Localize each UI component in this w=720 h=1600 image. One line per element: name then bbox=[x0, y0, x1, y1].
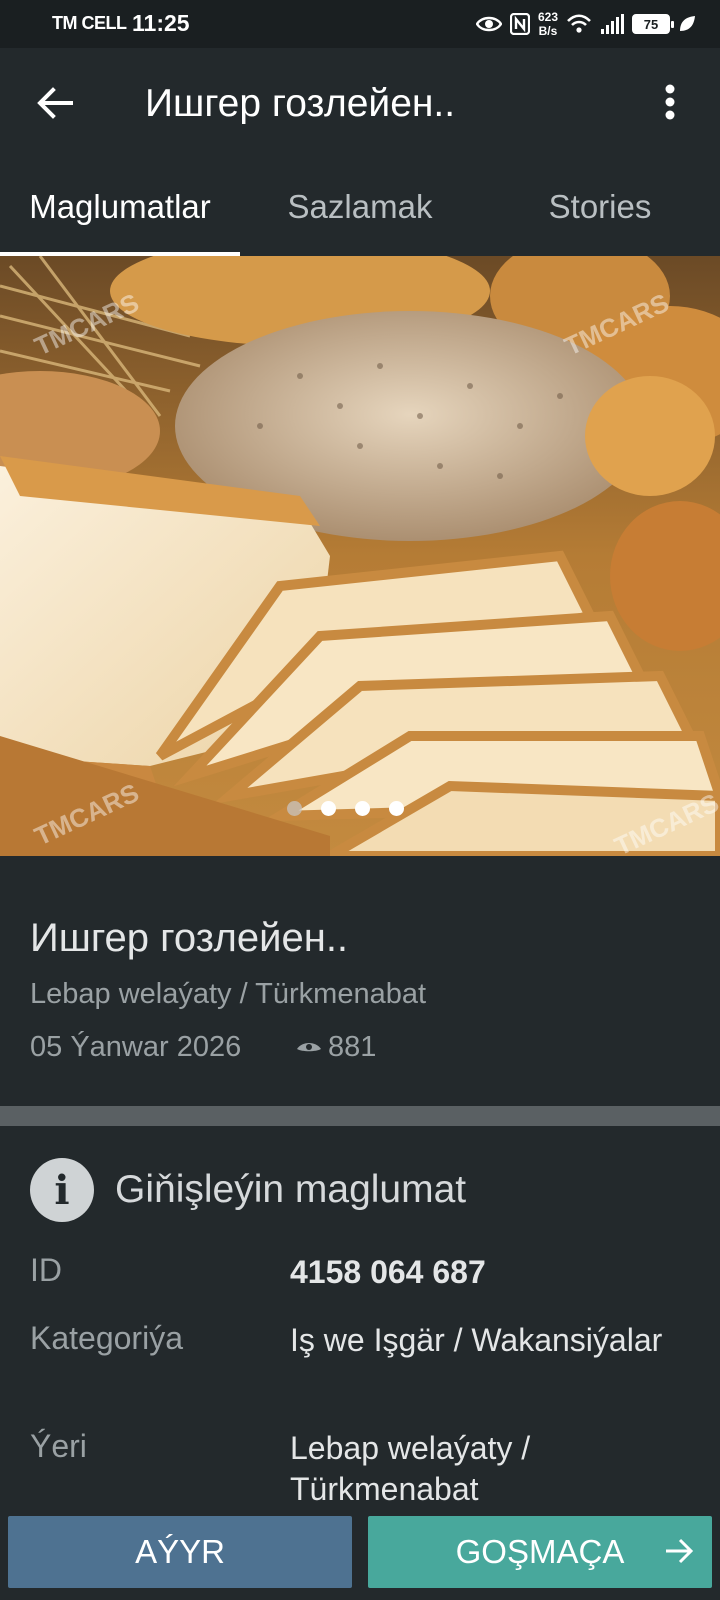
bottom-action-bar: AÝYR GOŞMAÇA bbox=[0, 1516, 720, 1600]
more-vert-icon bbox=[665, 84, 675, 120]
app-bar: Ишгер гозлейен.. bbox=[0, 48, 720, 158]
detail-value: 4158 064 687 bbox=[290, 1254, 486, 1290]
eye-icon bbox=[475, 16, 502, 32]
arrow-right-icon bbox=[666, 1538, 694, 1564]
listing-photo: TMCARS TMCARS TMCARS TMCARS bbox=[0, 256, 720, 856]
views-value: 881 bbox=[328, 1031, 377, 1063]
detail-value: Iş we Işgär / Wakansiýalar bbox=[290, 1322, 663, 1358]
detail-label: ID bbox=[30, 1252, 62, 1288]
detail-label: Kategoriýa bbox=[30, 1320, 183, 1356]
eye-icon bbox=[297, 1042, 321, 1051]
back-button[interactable] bbox=[30, 78, 80, 128]
status-icons: 623 B/s 75 bbox=[475, 8, 696, 40]
carousel-indicator bbox=[0, 801, 705, 816]
detail-row-id: ID 4158 064 687 bbox=[30, 1252, 690, 1293]
speed-value: 623 bbox=[537, 10, 558, 24]
clock: 11:25 bbox=[132, 10, 190, 36]
detail-label: Ýeri bbox=[30, 1428, 87, 1464]
listing-location: Lebap welaýaty / Türkmenabat bbox=[30, 978, 427, 1010]
detail-row-location: Ýeri Lebap welaýaty / Türkmenabat bbox=[30, 1428, 690, 1510]
status-bar: TM CELL 11:25 623 B/s 75 bbox=[0, 0, 720, 48]
more-button[interactable]: GOŞMAÇA bbox=[368, 1516, 712, 1588]
carousel-dot[interactable] bbox=[388, 801, 404, 816]
more-button-label: GOŞMAÇA bbox=[455, 1533, 625, 1570]
tab-sazlamak[interactable]: Sazlamak bbox=[240, 158, 480, 256]
network-speed: 623 B/s bbox=[538, 10, 558, 38]
image-carousel[interactable]: TMCARS TMCARS TMCARS TMCARS bbox=[0, 256, 720, 856]
tab-maglumatlar[interactable]: Maglumatlar bbox=[0, 158, 240, 256]
arrow-left-icon bbox=[37, 87, 73, 119]
wifi-icon bbox=[567, 14, 591, 33]
details-heading: Giňişleýin maglumat bbox=[115, 1168, 467, 1211]
nfc-icon bbox=[509, 13, 530, 35]
remove-button[interactable]: AÝYR bbox=[8, 1516, 352, 1588]
listing-date: 05 Ýanwar 2026 bbox=[30, 1031, 242, 1063]
tab-bar: Maglumatlar Sazlamak Stories bbox=[0, 158, 720, 256]
carrier-name: TM CELL bbox=[52, 13, 127, 33]
view-count: 881 bbox=[296, 1031, 376, 1064]
listing-title: Ишгер гозлейен.. bbox=[30, 916, 349, 960]
listing-summary: Ишгер гозлейен.. Lebap welaýaty / Türkme… bbox=[0, 856, 720, 1106]
remove-button-label: AÝYR bbox=[135, 1533, 225, 1570]
speed-unit: B/s bbox=[538, 24, 558, 38]
detail-value: Lebap welaýaty / Türkmenabat bbox=[290, 1430, 531, 1507]
carousel-dot[interactable] bbox=[354, 801, 370, 816]
detail-row-category: Kategoriýa Iş we Işgär / Wakansiýalar bbox=[30, 1320, 690, 1361]
info-icon: i bbox=[30, 1158, 94, 1222]
tab-stories[interactable]: Stories bbox=[480, 158, 720, 256]
details-section: i Giňişleýin maglumat ID 4158 064 687 Ka… bbox=[0, 1126, 720, 1516]
page-title: Ишгер гозлейен.. bbox=[145, 82, 456, 125]
leaf-icon bbox=[680, 16, 695, 31]
section-divider bbox=[0, 1106, 720, 1126]
battery-icon: 75 bbox=[632, 14, 674, 34]
carousel-dot[interactable] bbox=[320, 801, 336, 816]
carousel-dot[interactable] bbox=[286, 801, 302, 816]
more-options-button[interactable] bbox=[650, 80, 690, 124]
signal-icon bbox=[601, 14, 624, 34]
